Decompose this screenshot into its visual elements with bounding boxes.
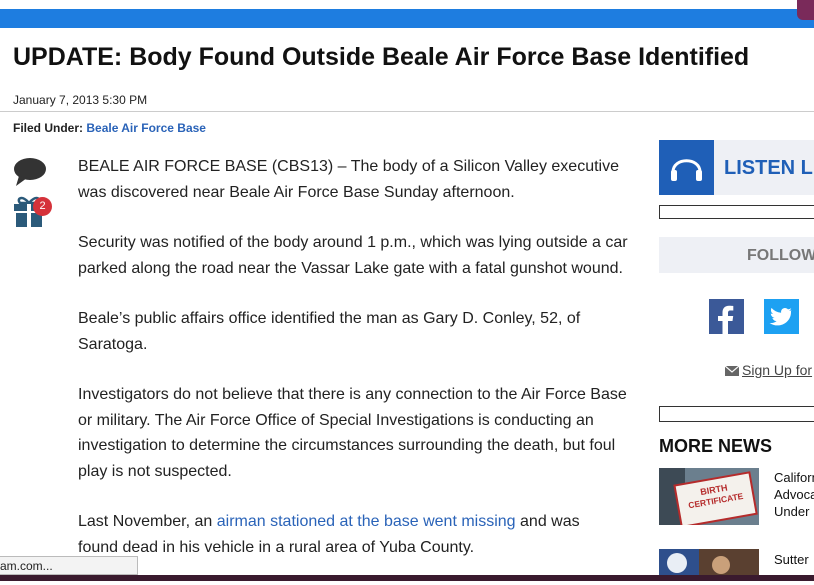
site-header-bar (0, 9, 814, 28)
gift-count-badge: 2 (33, 197, 52, 216)
envelope-icon (724, 365, 740, 377)
facebook-icon[interactable] (709, 299, 744, 334)
divider (0, 111, 814, 112)
paragraph-text: and was (515, 513, 580, 530)
headphones-icon (659, 140, 714, 195)
article-paragraph: BEALE AIR FORCE BASE (CBS13) – The body … (78, 158, 619, 201)
listen-live-label: LISTEN LIVE (724, 157, 814, 179)
news-headline-line: Under I (774, 504, 814, 519)
browser-top-strip (0, 0, 814, 9)
follow-us-header: FOLLOW US (659, 237, 814, 273)
corner-tab[interactable] (797, 0, 814, 20)
news-headline-line: Californ (774, 470, 814, 485)
article-date: January 7, 2013 5:30 PM (13, 93, 148, 107)
article-paragraph: Beale’s public affairs office identified… (78, 310, 581, 353)
twitter-icon[interactable] (764, 299, 799, 334)
article-body: BEALE AIR FORCE BASE (CBS13) – The body … (78, 154, 638, 585)
filed-under: Filed Under: Beale Air Force Base (13, 121, 206, 135)
browser-status-bar: am.com... (0, 556, 138, 575)
article-paragraph: Security was notified of the body around… (78, 234, 628, 277)
news-headline[interactable]: Californ Advoca Under I (774, 469, 814, 520)
article-paragraph: Investigators do not believe that there … (78, 386, 627, 480)
missing-airman-link[interactable]: airman stationed at the base went missin… (217, 513, 516, 530)
news-thumbnail[interactable]: BIRTH CERTIFICATE (659, 468, 759, 525)
news-headline-line: Advoca (774, 487, 814, 502)
taskbar (0, 575, 814, 581)
signup-link[interactable]: Sign Up for (742, 362, 812, 378)
more-news-heading: MORE NEWS (659, 436, 773, 456)
news-headline[interactable]: Sutter (774, 551, 809, 568)
follow-us-label: FOLLOW US (747, 247, 814, 264)
newsletter-signup[interactable]: Sign Up for (724, 362, 812, 378)
filed-under-label: Filed Under: (13, 121, 84, 135)
news-headline-line: Sutter (774, 552, 809, 567)
listen-live-banner[interactable]: LISTEN LIVE (659, 140, 814, 195)
page-title: UPDATE: Body Found Outside Beale Air For… (13, 43, 750, 71)
birth-certificate-sign-image: BIRTH CERTIFICATE (659, 468, 759, 525)
ad-frame (659, 406, 814, 422)
paragraph-text: found dead in his vehicle in a rural are… (78, 538, 475, 556)
article-paragraph: Last November, an airman stationed at th… (78, 509, 638, 560)
paragraph-text: Last November, an (78, 513, 217, 530)
ad-frame (659, 205, 814, 219)
filed-under-link[interactable]: Beale Air Force Base (86, 121, 206, 135)
comment-icon[interactable] (13, 157, 47, 187)
